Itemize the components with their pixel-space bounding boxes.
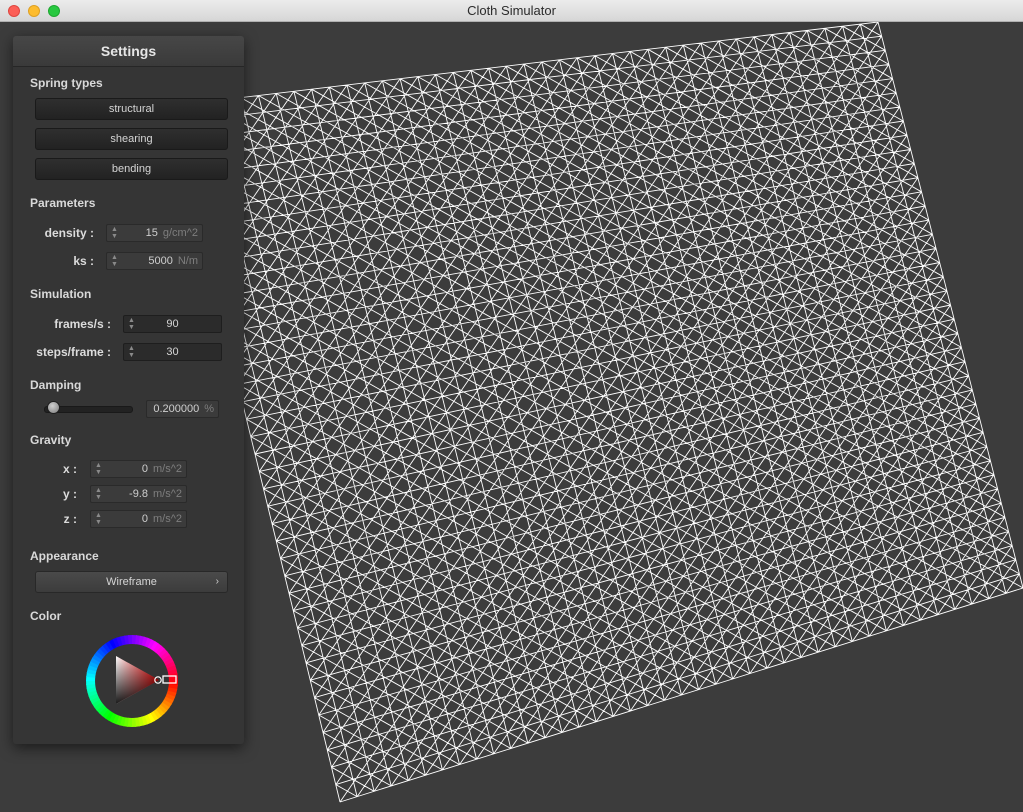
gravity-y-field[interactable]: ▲ ▼ -9.8 m/s^2 (90, 485, 187, 503)
density-stepper-icon[interactable]: ▲ ▼ (111, 226, 118, 240)
ks-stepper-icon[interactable]: ▲ ▼ (111, 254, 118, 268)
steps-per-frame-label: steps/frame : (36, 345, 111, 359)
damping-unit: % (204, 403, 214, 415)
damping-heading: Damping (30, 378, 82, 392)
spring-types-heading: Spring types (30, 76, 103, 90)
bending-toggle-button[interactable]: bending (35, 158, 228, 180)
appearance-heading: Appearance (30, 549, 99, 563)
gravity-y-value: -9.8 (129, 488, 148, 500)
gravity-y-unit: m/s^2 (153, 488, 182, 500)
appearance-dropdown[interactable]: Wireframe › (35, 571, 228, 593)
cloth-mesh-lines (169, 22, 1023, 803)
ks-field[interactable]: ▲ ▼ 5000 N/m (106, 252, 203, 270)
damping-field[interactable]: 0.200000% (146, 400, 219, 418)
gravity-x-field[interactable]: ▲ ▼ 0 m/s^2 (90, 460, 187, 478)
gravity-z-unit: m/s^2 (153, 513, 182, 525)
gravity-heading: Gravity (30, 433, 72, 447)
damping-value: 0.200000 (153, 403, 200, 415)
gravity-x-unit: m/s^2 (153, 463, 182, 475)
ks-unit: N/m (177, 255, 198, 267)
settings-panel: Settings Spring types structural shearin… (13, 36, 244, 744)
steps-per-frame-value: 30 (166, 346, 179, 358)
gravity-y-label: y : (62, 487, 77, 501)
gravity-x-stepper-icon[interactable]: ▲ ▼ (95, 462, 102, 476)
steps-per-frame-field[interactable]: ▲ ▼ 30 (123, 343, 222, 361)
gravity-z-stepper-icon[interactable]: ▲ ▼ (95, 512, 102, 526)
gravity-x-value: 0 (141, 463, 148, 475)
parameters-heading: Parameters (30, 196, 96, 210)
density-field[interactable]: ▲ ▼ 15 g/cm^2 (106, 224, 203, 242)
frames-per-second-value: 90 (166, 318, 179, 330)
frames-per-second-label: frames/s : (54, 317, 111, 331)
gravity-z-field[interactable]: ▲ ▼ 0 m/s^2 (90, 510, 187, 528)
structural-toggle-button[interactable]: structural (35, 98, 228, 120)
color-wheel[interactable] (85, 634, 179, 728)
shearing-toggle-button[interactable]: shearing (35, 128, 228, 150)
frames-per-second-field[interactable]: ▲ ▼ 90 (123, 315, 222, 333)
saturation-value-triangle[interactable] (116, 656, 159, 704)
color-heading: Color (30, 609, 62, 623)
density-label: density : (44, 226, 94, 240)
window-title: Cloth Simulator (467, 3, 556, 18)
gravity-x-label: x : (62, 462, 77, 476)
ks-label: ks : (73, 254, 94, 268)
simulation-heading: Simulation (30, 287, 92, 301)
damping-slider-handle[interactable] (47, 401, 60, 414)
gravity-z-label: z : (63, 512, 77, 526)
ks-value: 5000 (148, 255, 173, 267)
density-unit: g/cm^2 (162, 227, 198, 239)
settings-panel-header[interactable]: Settings (13, 36, 244, 67)
chevron-right-icon: › (215, 576, 219, 587)
appearance-selected-value: Wireframe (106, 576, 157, 588)
gravity-y-stepper-icon[interactable]: ▲ ▼ (95, 487, 102, 501)
gravity-z-value: 0 (141, 513, 148, 525)
title-bar: Cloth Simulator (0, 0, 1023, 22)
density-value: 15 (145, 227, 158, 239)
